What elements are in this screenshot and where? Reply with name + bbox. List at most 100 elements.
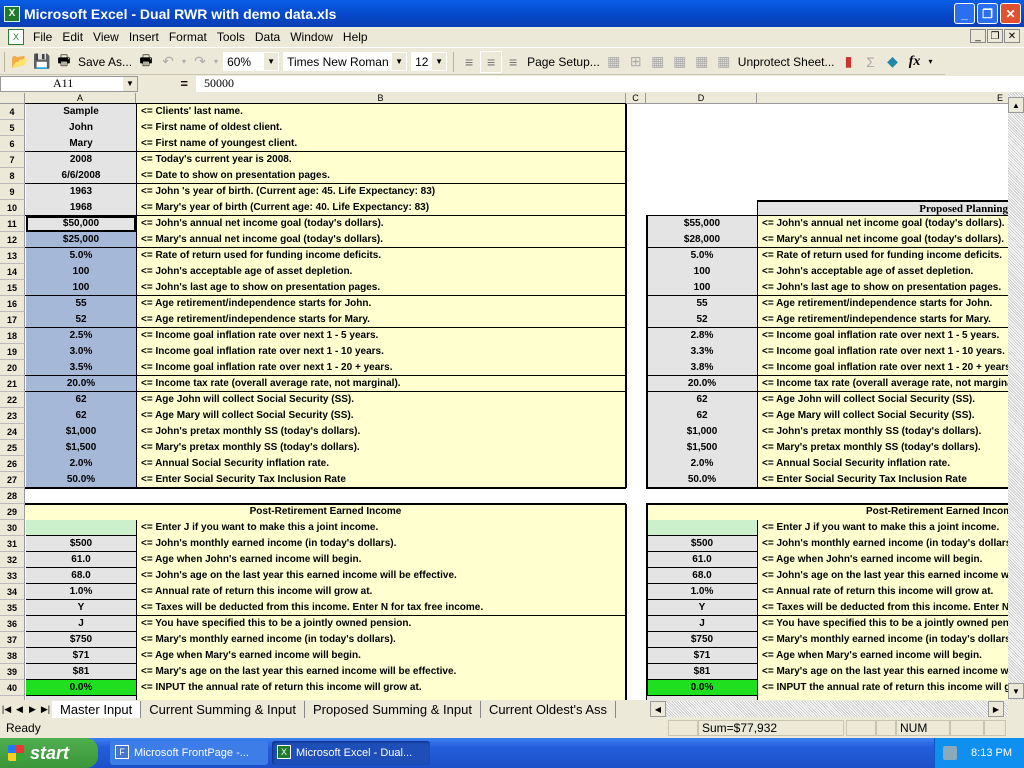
row-header[interactable]: 34 — [0, 584, 25, 600]
proposed-input-cell[interactable]: 2.8% — [647, 328, 757, 344]
proposed-input-cell[interactable]: 100 — [647, 264, 757, 280]
earned-input-cell[interactable]: $81 — [26, 664, 136, 680]
undo-dropdown-icon[interactable]: ▾ — [179, 51, 189, 73]
input-cell[interactable]: 1968 — [26, 200, 136, 216]
select-all-corner[interactable] — [0, 93, 25, 104]
input-cell[interactable]: $1,000 — [26, 424, 136, 440]
border-grid-icon[interactable]: ▦ — [603, 51, 625, 73]
proposed-earned-input-cell[interactable]: $71 — [647, 648, 757, 664]
doc-minimize-button[interactable]: _ — [970, 29, 986, 43]
input-cell[interactable]: 3.5% — [26, 360, 136, 376]
doc-close-button[interactable]: ✕ — [1004, 29, 1020, 43]
zoom-select[interactable]: 60% ▼ — [223, 52, 280, 71]
scroll-right-button[interactable]: ▶ — [988, 701, 1004, 717]
input-cell[interactable]: $50,000 — [26, 216, 136, 232]
input-cell[interactable]: 2.0% — [26, 456, 136, 472]
scroll-left-button[interactable]: ◀ — [650, 701, 666, 717]
proposed-input-cell[interactable]: 62 — [647, 392, 757, 408]
spreadsheet-grid[interactable]: A B C D E Proposed Planning 28 29 Post-R… — [0, 93, 1010, 700]
proposed-input-cell[interactable]: $28,000 — [647, 232, 757, 248]
border-none-icon[interactable]: ▦ — [713, 51, 735, 73]
name-box[interactable]: A11 ▼ — [0, 75, 138, 92]
save-as-button[interactable]: Save As... — [75, 51, 135, 73]
proposed-input-cell[interactable]: 5.0% — [647, 248, 757, 264]
input-cell[interactable]: 5.0% — [26, 248, 136, 264]
proposed-earned-input-cell[interactable]: $81 — [647, 664, 757, 680]
earned-input-cell[interactable]: 68.0 — [26, 568, 136, 584]
input-cell[interactable]: 62 — [26, 408, 136, 424]
redo-icon[interactable]: ↷ — [189, 51, 211, 73]
task-excel[interactable]: X Microsoft Excel - Dual... — [272, 741, 430, 765]
input-cell[interactable]: 3.0% — [26, 344, 136, 360]
proposed-earned-input-cell[interactable]: 68.0 — [647, 568, 757, 584]
row-header[interactable]: 33 — [0, 568, 25, 584]
proposed-earned-input-cell[interactable]: 61.0 — [647, 552, 757, 568]
row-header[interactable]: 8 — [0, 168, 25, 184]
row-header[interactable]: 37 — [0, 632, 25, 648]
proposed-input-cell[interactable]: 50.0% — [647, 472, 757, 488]
row-header[interactable]: 23 — [0, 408, 25, 424]
row-header[interactable]: 38 — [0, 648, 25, 664]
proposed-earned-input-cell[interactable]: J — [647, 616, 757, 632]
earned-input-cell[interactable]: 0.0% — [26, 680, 136, 696]
row-header[interactable]: 40 — [0, 680, 25, 696]
align-right-icon[interactable]: ≡ — [502, 51, 524, 73]
column-header-d[interactable]: D — [646, 93, 757, 104]
earned-input-cell[interactable]: Y — [26, 600, 136, 616]
input-cell[interactable]: 1963 — [26, 184, 136, 200]
row-header[interactable]: 13 — [0, 248, 25, 264]
chart-wizard-icon[interactable]: ▮ — [838, 51, 860, 73]
input-cell[interactable]: Mary — [26, 136, 136, 152]
formula-input[interactable]: 50000 — [196, 75, 1024, 92]
row-header[interactable]: 39 — [0, 664, 25, 680]
row-header[interactable]: 16 — [0, 296, 25, 312]
input-cell[interactable]: 55 — [26, 296, 136, 312]
earned-input-cell[interactable]: $71 — [26, 648, 136, 664]
row-header[interactable]: 26 — [0, 456, 25, 472]
autosum-icon[interactable]: Σ — [860, 51, 882, 73]
row-header[interactable]: 32 — [0, 552, 25, 568]
toolbar-options-icon[interactable]: ▾ — [926, 51, 936, 73]
input-cell[interactable]: 100 — [26, 264, 136, 280]
next-sheet-button[interactable]: ▶ — [26, 701, 39, 717]
tab-current-oldest[interactable]: Current Oldest's Ass — [481, 700, 617, 718]
menu-help[interactable]: Help — [338, 30, 373, 44]
scroll-down-button[interactable]: ▼ — [1008, 683, 1024, 699]
chevron-down-icon[interactable]: ▼ — [123, 76, 137, 91]
row-header[interactable]: 18 — [0, 328, 25, 344]
print-icon[interactable]: 🖶 — [53, 51, 75, 73]
input-cell[interactable]: 50.0% — [26, 472, 136, 488]
font-size-select[interactable]: 12 ▼ — [411, 52, 448, 71]
row-header[interactable]: 10 — [0, 200, 25, 216]
row-header[interactable]: 11 — [0, 216, 25, 232]
menu-format[interactable]: Format — [164, 30, 212, 44]
redo-dropdown-icon[interactable]: ▾ — [211, 51, 221, 73]
column-header-c[interactable]: C — [626, 93, 646, 104]
insert-function-icon[interactable]: fx — [904, 51, 926, 73]
proposed-earned-input-cell[interactable]: Y — [647, 600, 757, 616]
input-cell[interactable]: 2008 — [26, 152, 136, 168]
earned-input-cell[interactable]: $750 — [26, 632, 136, 648]
proposed-input-cell[interactable]: 3.3% — [647, 344, 757, 360]
input-cell[interactable]: $1,500 — [26, 440, 136, 456]
proposed-input-cell[interactable]: $1,500 — [647, 440, 757, 456]
proposed-input-cell[interactable]: $1,000 — [647, 424, 757, 440]
horizontal-scrollbar[interactable]: ◀ ▶ — [650, 701, 1008, 717]
row-header[interactable]: 35 — [0, 600, 25, 616]
tab-master-input[interactable]: Master Input — [52, 700, 142, 718]
input-cell[interactable]: 6/6/2008 — [26, 168, 136, 184]
workbook-icon[interactable]: X — [8, 29, 24, 45]
proposed-earned-input-cell[interactable]: 0.0% — [647, 680, 757, 696]
proposed-input-cell[interactable]: 62 — [647, 408, 757, 424]
start-button[interactable]: start — [0, 738, 98, 768]
row-header[interactable]: 31 — [0, 536, 25, 552]
earned-input-cell[interactable]: J — [26, 616, 136, 632]
input-cell[interactable]: 62 — [26, 392, 136, 408]
network-icon[interactable] — [943, 746, 957, 760]
input-cell[interactable]: $25,000 — [26, 232, 136, 248]
last-sheet-button[interactable]: ▶| — [39, 701, 52, 717]
earned-input-cell[interactable]: $500 — [26, 536, 136, 552]
row-header[interactable]: 5 — [0, 120, 25, 136]
row-header[interactable]: 27 — [0, 472, 25, 488]
input-cell[interactable]: 100 — [26, 280, 136, 296]
